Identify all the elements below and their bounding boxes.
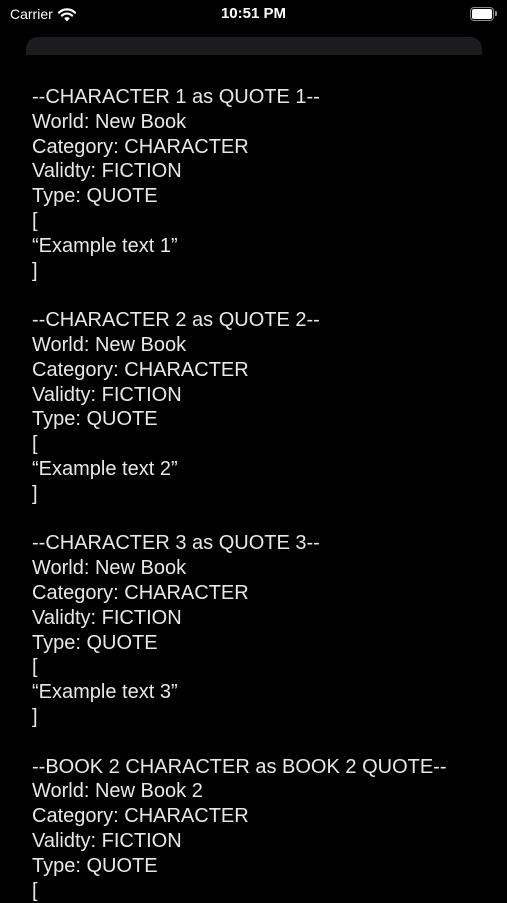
entry-header: --BOOK 2 CHARACTER as BOOK 2 QUOTE-- [32, 755, 492, 780]
entry-close-bracket: ] [32, 705, 492, 730]
entry-validity: Validty: FICTION [32, 383, 492, 408]
entry-category: Category: CHARACTER [32, 804, 492, 829]
entry-spacer [32, 730, 492, 755]
battery-tip [495, 11, 497, 16]
entry-open-bracket: [ [32, 432, 492, 457]
entry-world: World: New Book [32, 333, 492, 358]
status-time: 10:51 PM [0, 5, 507, 22]
entry-type: Type: QUOTE [32, 854, 492, 879]
entry-world: World: New Book [32, 556, 492, 581]
entry-block: --BOOK 2 CHARACTER as BOOK 2 QUOTE-- Wor… [32, 755, 492, 903]
entry-header: --CHARACTER 1 as QUOTE 1-- [32, 85, 492, 110]
entry-category: Category: CHARACTER [32, 581, 492, 606]
entry-header: --CHARACTER 2 as QUOTE 2-- [32, 308, 492, 333]
entry-spacer [32, 283, 492, 308]
entry-world: World: New Book [32, 110, 492, 135]
entry-type: Type: QUOTE [32, 184, 492, 209]
entry-validity: Validty: FICTION [32, 829, 492, 854]
entry-type: Type: QUOTE [32, 631, 492, 656]
text-view[interactable]: --CHARACTER 1 as QUOTE 1-- World: New Bo… [32, 85, 492, 903]
battery-fill [472, 9, 492, 19]
entry-text: “Example text 1” [32, 234, 492, 259]
entry-block: --CHARACTER 2 as QUOTE 2-- World: New Bo… [32, 308, 492, 506]
entry-validity: Validty: FICTION [32, 159, 492, 184]
entry-text: “Example text 2” [32, 457, 492, 482]
entry-category: Category: CHARACTER [32, 135, 492, 160]
entry-world: World: New Book 2 [32, 779, 492, 804]
entry-open-bracket: [ [32, 879, 492, 903]
status-bar: Carrier 10:51 PM [0, 0, 507, 30]
entry-close-bracket: ] [32, 259, 492, 284]
entry-open-bracket: [ [32, 209, 492, 234]
entry-header: --CHARACTER 3 as QUOTE 3-- [32, 531, 492, 556]
battery-icon [470, 7, 497, 21]
entry-block: --CHARACTER 3 as QUOTE 3-- World: New Bo… [32, 531, 492, 729]
entry-block: --CHARACTER 1 as QUOTE 1-- World: New Bo… [32, 85, 492, 283]
entry-text: “Example text 3” [32, 680, 492, 705]
entry-type: Type: QUOTE [32, 407, 492, 432]
entry-spacer [32, 507, 492, 532]
entry-validity: Validty: FICTION [32, 606, 492, 631]
entry-open-bracket: [ [32, 655, 492, 680]
entry-close-bracket: ] [32, 482, 492, 507]
sheet-top-edge[interactable] [26, 37, 482, 55]
entry-category: Category: CHARACTER [32, 358, 492, 383]
